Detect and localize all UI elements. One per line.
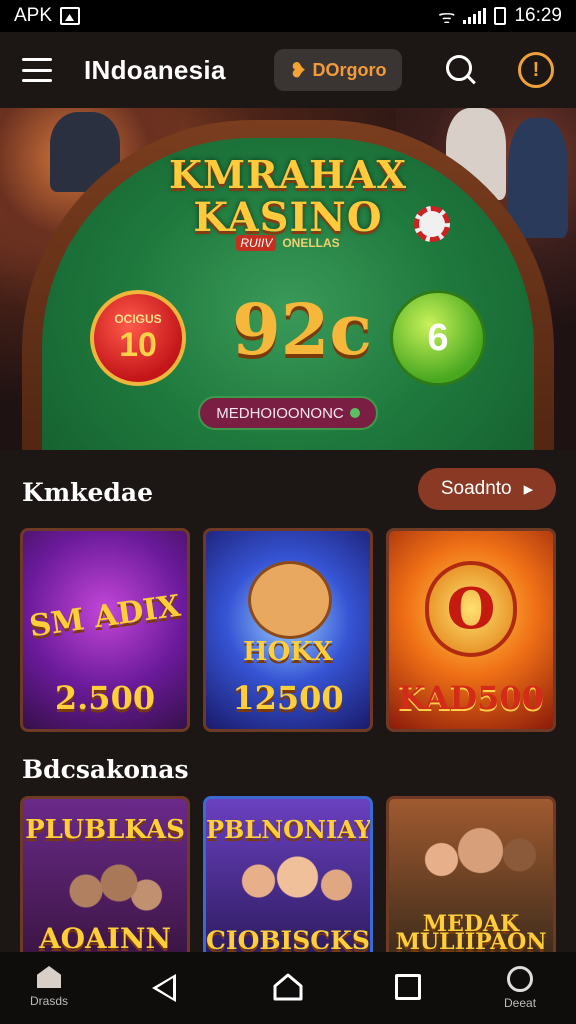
- account-icon: [507, 966, 534, 992]
- menu-icon[interactable]: [22, 58, 52, 82]
- hero-cta-label: MEDHOIOONONC: [216, 404, 344, 422]
- hero-big-value: 92c: [232, 288, 373, 371]
- image-icon: [60, 7, 81, 25]
- game-card-name: HOKX: [243, 637, 333, 667]
- hero-title-line2: KASINO: [193, 194, 383, 241]
- game-card[interactable]: SM ADIX 2.500: [20, 528, 190, 732]
- subtitle-badge: RUIIV: [236, 235, 277, 251]
- hero-banner[interactable]: KMRAHAX KASINO RUIIV ONELLAS OCIGUS 10 92…: [0, 108, 576, 450]
- house-icon: [273, 973, 303, 1001]
- coin-green: 6: [390, 290, 486, 386]
- nav-home-label: Drasds: [30, 994, 69, 1008]
- game-card[interactable]: PLUBLKAS AOAINN: [20, 796, 190, 966]
- game-card-subtitle: CIOBISCKS: [206, 926, 370, 955]
- status-bar: APK ᯤ 16:29: [0, 0, 576, 32]
- game-card-amount: 12500: [232, 679, 344, 717]
- system-home-button[interactable]: [272, 972, 304, 1002]
- game-card[interactable]: O KAD500: [386, 528, 556, 732]
- section-title-2: Bdcsakonas: [22, 755, 189, 784]
- chevron-right-icon: ▸: [523, 478, 534, 500]
- hero-cta-button[interactable]: MEDHOIOONONC: [198, 396, 378, 430]
- v-icon: ❥: [289, 59, 307, 82]
- wifi-icon: ᯤ: [438, 7, 456, 28]
- game-card-title: PLUBLKAS: [25, 815, 185, 845]
- app-screen: APK ᯤ 16:29 INdoanesia ❥ DOrgoro ! KMRAH…: [0, 0, 576, 1024]
- signal-icon: [463, 8, 487, 24]
- hero-subtitle: RUIIV ONELLAS: [0, 235, 576, 251]
- back-icon: [152, 974, 176, 1002]
- game-card-title: PBLNONIAY: [206, 815, 372, 844]
- battery-icon: [494, 7, 507, 25]
- app-header: INdoanesia ❥ DOrgoro !: [0, 32, 576, 108]
- players-artwork: [226, 849, 356, 929]
- nav-home[interactable]: Drasds: [30, 966, 68, 1008]
- see-all-button[interactable]: Soadnto ▸: [418, 468, 556, 510]
- poker-chip-icon: [414, 206, 450, 242]
- coin-red: OCIGUS 10: [90, 290, 186, 386]
- hero-title-line1: KMRAHAX: [168, 152, 408, 197]
- square-icon: [395, 974, 421, 1000]
- game-card-name: SM ADIX: [27, 588, 183, 645]
- nav-account[interactable]: Deeat: [504, 966, 536, 1010]
- bottom-navigation: Drasds Deeat: [0, 952, 576, 1024]
- game-card[interactable]: MEDAK MULIIPAON: [386, 796, 556, 966]
- nav-account-label: Deeat: [504, 996, 537, 1010]
- promo-button[interactable]: ❥ DOrgoro: [273, 49, 403, 91]
- app-title: INdoanesia: [84, 54, 226, 85]
- coin-red-value: 10: [119, 325, 157, 364]
- game-card-name: O: [425, 561, 517, 657]
- players-artwork: [409, 819, 539, 909]
- game-card-amount: 2.500: [54, 679, 156, 717]
- bear-mascot-icon: [248, 561, 332, 639]
- clock: 16:29: [514, 5, 562, 26]
- dot-icon: [349, 408, 360, 418]
- back-button[interactable]: [152, 974, 176, 1002]
- game-card-amount: KAD500: [398, 679, 544, 717]
- recents-button[interactable]: [395, 974, 421, 1000]
- game-card[interactable]: HOKX 12500: [203, 528, 373, 732]
- coin-red-caption: OCIGUS: [114, 311, 162, 326]
- game-card-subtitle: AOAINN: [38, 922, 172, 955]
- promo-label: DOrgoro: [312, 59, 387, 80]
- carrier-label: APK: [14, 5, 53, 26]
- alert-icon[interactable]: !: [518, 52, 554, 88]
- game-card[interactable]: PBLNONIAY CIOBISCKS: [203, 796, 373, 966]
- home-icon: [37, 966, 61, 988]
- subtitle-text: ONELLAS: [282, 236, 340, 250]
- see-all-label: Soadnto: [440, 478, 512, 499]
- search-icon[interactable]: [444, 53, 478, 87]
- section-title-1: Kmkedae: [22, 478, 153, 507]
